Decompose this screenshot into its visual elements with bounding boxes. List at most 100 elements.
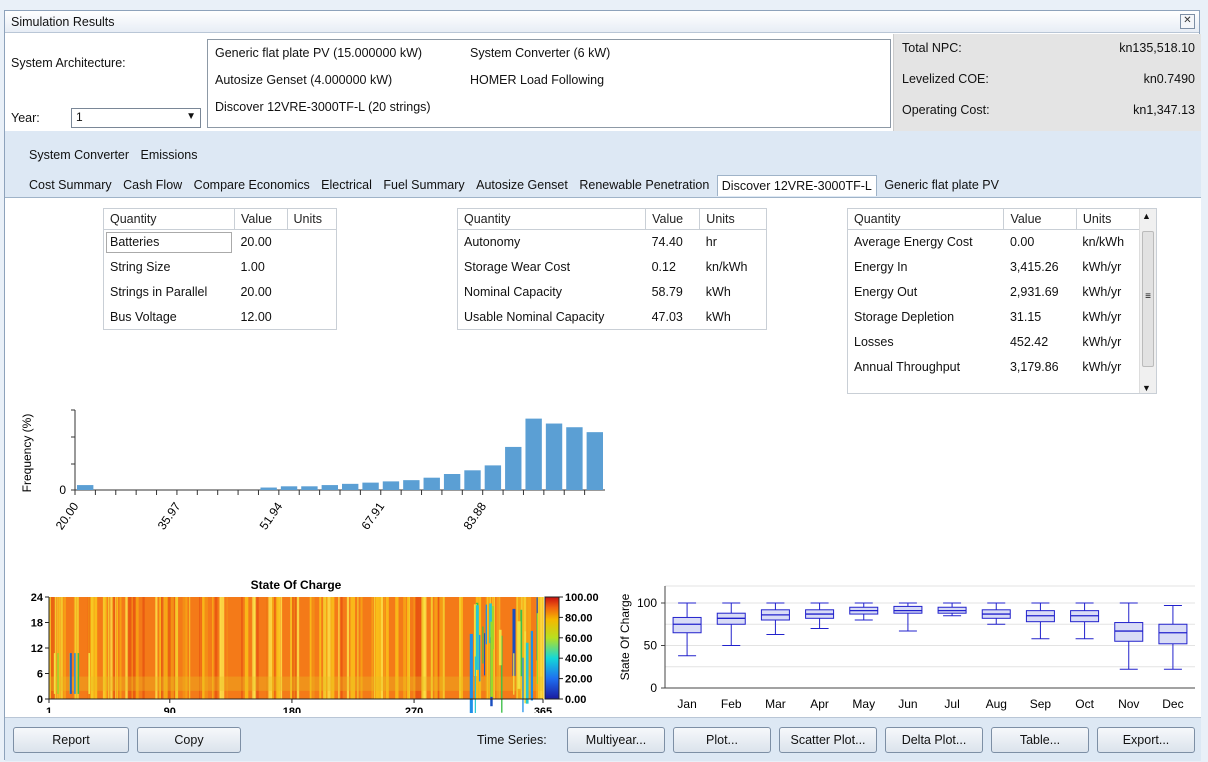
quantity-cell: Usable Nominal Capacity — [464, 309, 605, 324]
histogram-y-label: Frequency (%) — [20, 414, 34, 493]
energy-table-scrollbar[interactable]: ▲ ≡ ▼ — [1139, 209, 1156, 393]
boxplot-month-label: Jul — [944, 697, 959, 711]
histogram-bar — [545, 423, 563, 490]
boxplot-box — [893, 605, 923, 614]
footer-toolbar: Report Copy Time Series: Multiyear... Pl… — [5, 717, 1201, 761]
metrics-panel: Total NPC: kn135,518.10 Levelized COE: k… — [893, 34, 1201, 131]
value-cell: 20.00 — [240, 285, 272, 299]
boxplot-month-label: May — [852, 697, 875, 711]
close-icon[interactable]: ✕ — [1180, 14, 1195, 29]
tab-cost-summary[interactable]: Cost Summary — [25, 175, 116, 195]
col-quantity: Quantity — [103, 208, 235, 230]
heatmap-x-tick-label: 270 — [405, 706, 423, 713]
report-button[interactable]: Report — [13, 727, 129, 753]
col-units: Units — [287, 208, 337, 230]
table-row: Average Energy Cost 0.00 kn/kWh — [848, 230, 1141, 255]
quantity-cell: String Size — [110, 260, 171, 274]
tab-battery[interactable]: Discover 12VRE-3000TF-L — [716, 175, 877, 196]
histogram-bar — [77, 485, 94, 490]
units-cell: kWh — [705, 285, 731, 299]
value-cell: 0.12 — [651, 260, 676, 274]
quantity-cell: Storage Wear Cost — [464, 260, 571, 274]
component-battery: Discover 12VRE-3000TF-L (20 strings) — [215, 100, 431, 114]
copy-button[interactable]: Copy — [137, 727, 241, 753]
heatmap-low-stripe — [485, 604, 487, 645]
heatmap-low-stripe — [525, 642, 529, 704]
histogram-chart: Frequency (%) 0 20.00 35.97 51.94 67.91 83.88 — [20, 409, 605, 532]
scatter-plot-button[interactable]: Scatter Plot... — [779, 727, 877, 753]
col-quantity: Quantity — [457, 208, 647, 230]
table-row: Nominal Capacity 58.79 kWh — [458, 280, 767, 305]
table-button[interactable]: Table... — [991, 727, 1089, 753]
units-cell: kWh — [705, 309, 731, 324]
boxplot-month-label: Nov — [1118, 697, 1139, 711]
heatmap-low-stripe — [475, 605, 479, 670]
value-cell: 2,931.69 — [1009, 285, 1059, 299]
scroll-up-icon[interactable]: ▲ — [1142, 211, 1151, 221]
heatmap-low-stripe — [530, 630, 534, 701]
tab-renewable-penetration[interactable]: Renewable Penetration — [575, 175, 713, 195]
col-quantity: Quantity — [848, 209, 1005, 230]
heatmap-low-stripe — [88, 653, 90, 694]
table-row: Annual Throughput 3,179.86 kWh/yr — [848, 355, 1141, 380]
boxplot-y-label: State Of Charge — [618, 593, 632, 680]
boxplot-y-tick-label: 0 — [650, 681, 657, 695]
units-cell: kWh/yr — [1082, 260, 1122, 274]
heatmap-y-tick-label: 12 — [31, 643, 43, 655]
heatmap-x-tick-label: 180 — [283, 706, 301, 713]
heatmap-low-stripe — [474, 656, 476, 713]
total-npc-label: Total NPC: — [902, 41, 962, 55]
table-row: Autonomy 74.40 hr — [458, 230, 767, 255]
heatmap-band — [49, 676, 543, 691]
scroll-down-icon[interactable]: ▼ — [1142, 383, 1151, 393]
quantity-cell: Losses — [854, 335, 894, 349]
boxplot-month-label: Apr — [810, 697, 829, 711]
tab-cash-flow[interactable]: Cash Flow — [119, 175, 186, 195]
window-title: Simulation Results — [11, 15, 115, 29]
colorbar-tick-label: 40.00 — [565, 653, 593, 665]
tab-compare-economics[interactable]: Compare Economics — [190, 175, 314, 195]
heatmap-y-tick-label: 24 — [31, 592, 44, 604]
histogram-bar — [484, 465, 502, 490]
histogram-x-tick-label: 83.88 — [460, 499, 489, 532]
simulation-results-window: Simulation Results ✕ System Architecture… — [4, 10, 1201, 761]
tab-electrical[interactable]: Electrical — [317, 175, 376, 195]
quantity-cell[interactable]: Batteries — [104, 230, 235, 255]
histogram-bar — [464, 470, 481, 490]
tab-autosize-genset[interactable]: Autosize Genset — [472, 175, 572, 195]
col-value: Value — [645, 208, 701, 230]
table-row: Energy Out 2,931.69 kWh/yr — [848, 280, 1141, 305]
export-button[interactable]: Export... — [1097, 727, 1195, 753]
heatmap-title: State Of Charge — [251, 578, 342, 592]
heatmap-low-stripe — [74, 653, 76, 694]
value-cell: 74.40 — [651, 235, 683, 250]
tab-system-converter[interactable]: System Converter — [25, 145, 133, 165]
delta-plot-button[interactable]: Delta Plot... — [885, 727, 983, 753]
table-row: Strings in Parallel 20.00 — [104, 280, 337, 305]
histogram-bar — [403, 480, 420, 490]
histogram-bar — [423, 477, 440, 490]
heatmap-x-tick-label: 90 — [164, 706, 176, 713]
soc-heatmap-chart: State Of Charge 24 18 12 6 01 90 180 270 365 100.0… — [31, 578, 599, 713]
tab-generic-pv[interactable]: Generic flat plate PV — [880, 175, 1003, 195]
year-select[interactable]: 1 ▼ — [71, 108, 201, 128]
scroll-thumb[interactable]: ≡ — [1142, 231, 1154, 367]
heatmap-low-stripe — [517, 621, 521, 689]
heatmap-low-stripe — [513, 653, 515, 695]
histogram-x-tick-label: 20.00 — [53, 499, 82, 532]
year-value: 1 — [76, 110, 83, 124]
multiyear-button[interactable]: Multiyear... — [567, 727, 665, 753]
plot-button[interactable]: Plot... — [673, 727, 771, 753]
battery-config-table: Quantity Value Units Batteries 20.00 Strin… — [103, 208, 337, 330]
colorbar-tick-label: 20.00 — [565, 674, 593, 686]
boxplot-month-label: Sep — [1030, 697, 1052, 711]
units-cell: kWh/yr — [1082, 335, 1122, 349]
boxplot-month-label: Dec — [1162, 697, 1183, 711]
tab-emissions[interactable]: Emissions — [137, 145, 202, 165]
units-cell — [287, 305, 337, 330]
architecture-components: Generic flat plate PV (15.000000 kW) Sys… — [207, 39, 891, 128]
value-cell: 452.42 — [1009, 335, 1049, 349]
tab-fuel-summary[interactable]: Fuel Summary — [379, 175, 468, 195]
histogram-bar — [443, 474, 461, 490]
histogram-bar — [342, 483, 359, 490]
